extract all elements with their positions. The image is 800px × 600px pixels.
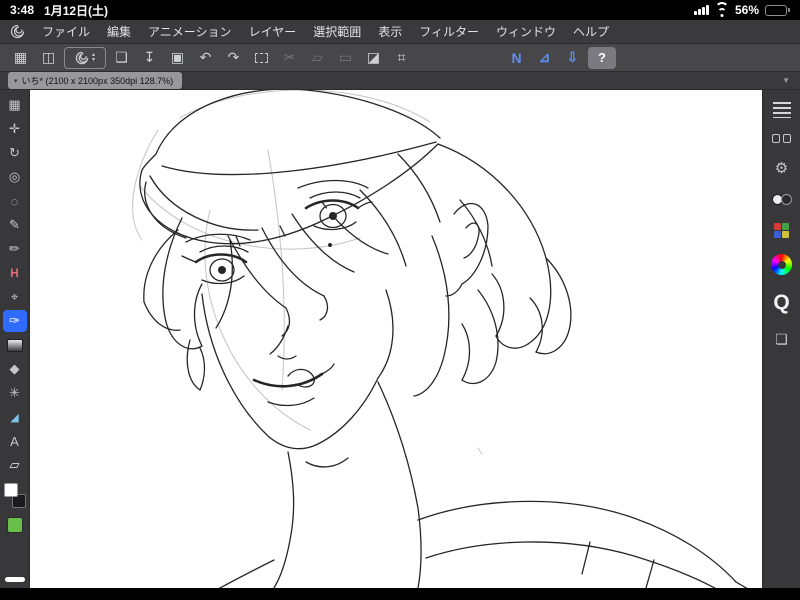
tool-property-panel-icon[interactable]: ⚙ bbox=[775, 159, 788, 177]
canvas-artwork bbox=[132, 90, 748, 588]
tool-palette: ▦ ✛ ↻ ◎ ◌ ✎ ✏ H ⌖ ✑ ◆ ✳ ◢ A ▱ bbox=[0, 90, 30, 588]
launcher-chevrons-icon: ▴ ▾ bbox=[91, 51, 95, 63]
tool-airbrush-selected[interactable]: ✑ bbox=[2, 310, 27, 332]
menu-file[interactable]: ファイル bbox=[42, 23, 90, 40]
bottom-bezel bbox=[0, 588, 800, 600]
tool-rotate[interactable]: ↻ bbox=[3, 142, 27, 164]
menu-filter[interactable]: フィルター bbox=[419, 23, 479, 40]
clip-studio-paint-app: 3:48 1月12日(土) 56% ファイル 編集 アニメーション レイヤー 選… bbox=[0, 0, 800, 600]
menu-animation[interactable]: アニメーション bbox=[148, 23, 232, 40]
perspective-ruler-button[interactable]: ⊿ bbox=[532, 47, 557, 69]
tool-operation[interactable]: ⌖ bbox=[3, 286, 27, 308]
tool-lasso[interactable]: ◌ bbox=[3, 190, 27, 212]
brush-size-panel-icon[interactable] bbox=[772, 102, 791, 118]
copy-button[interactable]: ▱ bbox=[305, 47, 330, 69]
main-sub-color-swatches[interactable] bbox=[3, 483, 27, 508]
battery-icon bbox=[765, 4, 790, 16]
tool-zoom[interactable]: ◎ bbox=[3, 166, 27, 188]
battery-percent: 56% bbox=[734, 3, 759, 17]
tool-gradient[interactable] bbox=[3, 334, 27, 356]
frame-button[interactable]: ⌗ bbox=[389, 47, 414, 69]
color-circles-panel-icon[interactable] bbox=[771, 193, 792, 207]
workspace: ▦ ✛ ↻ ◎ ◌ ✎ ✏ H ⌖ ✑ ◆ ✳ ◢ A ▱ ⚙ Q ❏ bbox=[0, 90, 800, 588]
tab-overflow-caret-icon[interactable]: ▼ bbox=[782, 76, 794, 85]
clip-studio-swirl-icon bbox=[75, 51, 89, 64]
current-color-swatch[interactable] bbox=[6, 517, 23, 533]
date: 1月12日(土) bbox=[44, 3, 109, 18]
menu-help[interactable]: ヘルプ bbox=[573, 23, 609, 40]
ipad-status-bar: 3:48 1月12日(土) 56% bbox=[0, 0, 800, 20]
menu-window[interactable]: ウィンドウ bbox=[496, 23, 556, 40]
tool-text[interactable]: A bbox=[3, 430, 27, 452]
menu-edit[interactable]: 編集 bbox=[107, 23, 131, 40]
tool-marker[interactable]: H bbox=[3, 262, 27, 284]
paste-button[interactable]: ▭ bbox=[333, 47, 358, 69]
gradient-swatch-icon bbox=[6, 338, 23, 352]
menu-selection[interactable]: 選択範囲 bbox=[313, 23, 361, 40]
tool-workspace[interactable]: ▦ bbox=[3, 94, 27, 116]
marquee-icon bbox=[255, 52, 268, 63]
material-panel-icon[interactable]: ❏ bbox=[775, 331, 788, 348]
document-tab[interactable]: ▾ いち* (2100 x 2100px 350dpi 128.7%) bbox=[8, 72, 183, 89]
screen-share-button[interactable]: ◫ bbox=[36, 47, 61, 69]
clock: 3:48 bbox=[10, 3, 35, 17]
tool-pen[interactable]: ✎ bbox=[3, 214, 27, 236]
tool-hand[interactable]: ✛ bbox=[3, 118, 27, 140]
new-canvas-button[interactable]: ❏ bbox=[109, 47, 134, 69]
workspace-grid-button[interactable]: ▦ bbox=[8, 47, 33, 69]
tool-pencil[interactable]: ✏ bbox=[3, 238, 27, 260]
cut-button[interactable]: ✂ bbox=[277, 47, 302, 69]
color-wheel-panel-icon[interactable] bbox=[771, 254, 792, 275]
menu-bar: ファイル 編集 アニメーション レイヤー 選択範囲 表示 フィルター ウィンドウ… bbox=[0, 20, 800, 44]
tool-blend[interactable]: ◆ bbox=[3, 358, 27, 380]
import-download-button[interactable]: ⇩ bbox=[560, 47, 585, 69]
quick-access-panel-icon[interactable]: Q bbox=[773, 291, 789, 315]
main-toolbar: ▦ ◫ ▴ ▾ ❏ ↧ ▣ ↶ ↷ ✂ ▱ ▭ ◪ ⌗ N ⊿ ⇩ ? bbox=[0, 44, 800, 72]
palette-handle[interactable] bbox=[4, 577, 25, 582]
document-tab-label: いち* (2100 x 2100px 350dpi 128.7%) bbox=[21, 76, 174, 86]
document-tab-bar: ▾ いち* (2100 x 2100px 350dpi 128.7%) ▼ bbox=[0, 72, 800, 90]
main-color-swatch[interactable] bbox=[3, 483, 18, 497]
canvas[interactable] bbox=[30, 90, 763, 588]
menu-view[interactable]: 表示 bbox=[378, 23, 402, 40]
save-button[interactable]: ↧ bbox=[137, 47, 162, 69]
cellular-signal-icon bbox=[693, 5, 709, 15]
right-panel-strip: ⚙ Q ❏ bbox=[763, 90, 800, 588]
fill-button[interactable]: ◪ bbox=[361, 47, 386, 69]
help-button[interactable]: ? bbox=[588, 46, 616, 69]
sub-tool-panel-icon[interactable] bbox=[772, 134, 791, 143]
wifi-icon bbox=[714, 1, 729, 17]
color-set-panel-icon[interactable] bbox=[774, 223, 789, 238]
clip-studio-launcher-button[interactable]: ▴ ▾ bbox=[64, 46, 106, 69]
select-area-button[interactable] bbox=[249, 47, 274, 69]
tool-figure[interactable]: ◢ bbox=[3, 406, 27, 428]
n-tool-button[interactable]: N bbox=[504, 47, 529, 69]
tool-decoration[interactable]: ✳ bbox=[3, 382, 27, 404]
tab-caret-icon: ▾ bbox=[14, 77, 18, 85]
menu-layer[interactable]: レイヤー bbox=[249, 23, 297, 40]
tool-eraser[interactable]: ▱ bbox=[3, 454, 27, 476]
undo-button[interactable]: ↶ bbox=[193, 47, 218, 69]
clip-studio-logo-icon[interactable] bbox=[10, 24, 25, 39]
redo-button[interactable]: ↷ bbox=[221, 47, 246, 69]
publish-button[interactable]: ▣ bbox=[165, 47, 190, 69]
